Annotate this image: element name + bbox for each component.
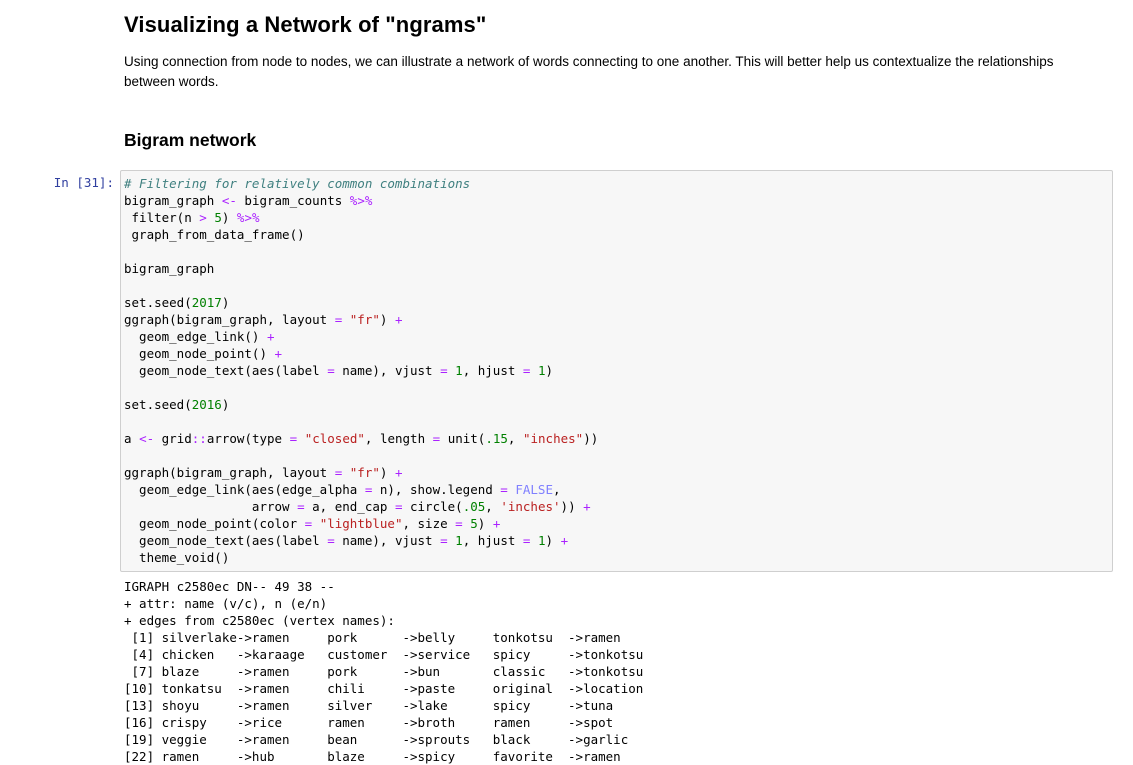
code-line: bigram_graph — [124, 261, 215, 276]
code-line: # Filtering for relatively common combin… — [124, 176, 471, 191]
code-editor[interactable]: # Filtering for relatively common combin… — [121, 171, 1112, 566]
code-line: geom_node_text(aes(label = name), vjust … — [124, 533, 569, 548]
code-line: filter(n > 5) %>% — [124, 210, 260, 225]
code-cell[interactable]: # Filtering for relatively common combin… — [120, 170, 1113, 572]
code-line: arrow = a, end_cap = circle(.05, 'inches… — [124, 499, 591, 514]
output-line: [22] ramen ->hub blaze ->spicy favorite … — [124, 749, 621, 764]
code-line: theme_void() — [124, 550, 230, 565]
code-line: set.seed(2016) — [124, 397, 230, 412]
code-line: bigram_graph <- bigram_counts %>% — [124, 193, 373, 208]
section-title: Visualizing a Network of "ngrams" — [124, 12, 487, 37]
code-line: set.seed(2017) — [124, 295, 230, 310]
code-line: ggraph(bigram_graph, layout = "fr") + — [124, 465, 403, 480]
output-line: [1] silverlake->ramen pork ->belly tonko… — [124, 630, 621, 645]
code-line: geom_edge_link() + — [124, 329, 275, 344]
code-line: graph_from_data_frame() — [124, 227, 305, 242]
output-line: [13] shoyu ->ramen silver ->lake spicy -… — [124, 698, 614, 713]
output-line: [7] blaze ->ramen pork ->bun classic ->t… — [124, 664, 644, 679]
output-line: [19] veggie ->ramen bean ->sprouts black… — [124, 732, 629, 747]
intro-paragraph: Using connection from node to nodes, we … — [124, 54, 1054, 89]
output-line: IGRAPH c2580ec DN-- 49 38 -- — [124, 579, 335, 594]
output-line: [16] crispy ->rice ramen ->broth ramen -… — [124, 715, 614, 730]
code-line: geom_edge_link(aes(edge_alpha = n), show… — [124, 482, 561, 497]
output-line: + attr: name (v/c), n (e/n) — [124, 596, 328, 611]
subsection-title: Bigram network — [124, 130, 257, 150]
code-line: a <- grid::arrow(type = "closed", length… — [124, 431, 599, 446]
cell-output: IGRAPH c2580ec DN-- 49 38 -- + attr: name… — [124, 578, 643, 765]
output-line: [4] chicken ->karaage customer ->service… — [124, 647, 644, 662]
code-line: geom_node_point(color = "lightblue", siz… — [124, 516, 501, 531]
input-prompt: In [31]: — [53, 175, 114, 190]
code-line: geom_node_point() + — [124, 346, 283, 361]
output-line: + edges from c2580ec (vertex names): — [124, 613, 395, 628]
output-line: [10] tonkatsu ->ramen chili ->paste orig… — [124, 681, 644, 696]
code-line: geom_node_text(aes(label = name), vjust … — [124, 363, 554, 378]
code-line: ggraph(bigram_graph, layout = "fr") + — [124, 312, 403, 327]
